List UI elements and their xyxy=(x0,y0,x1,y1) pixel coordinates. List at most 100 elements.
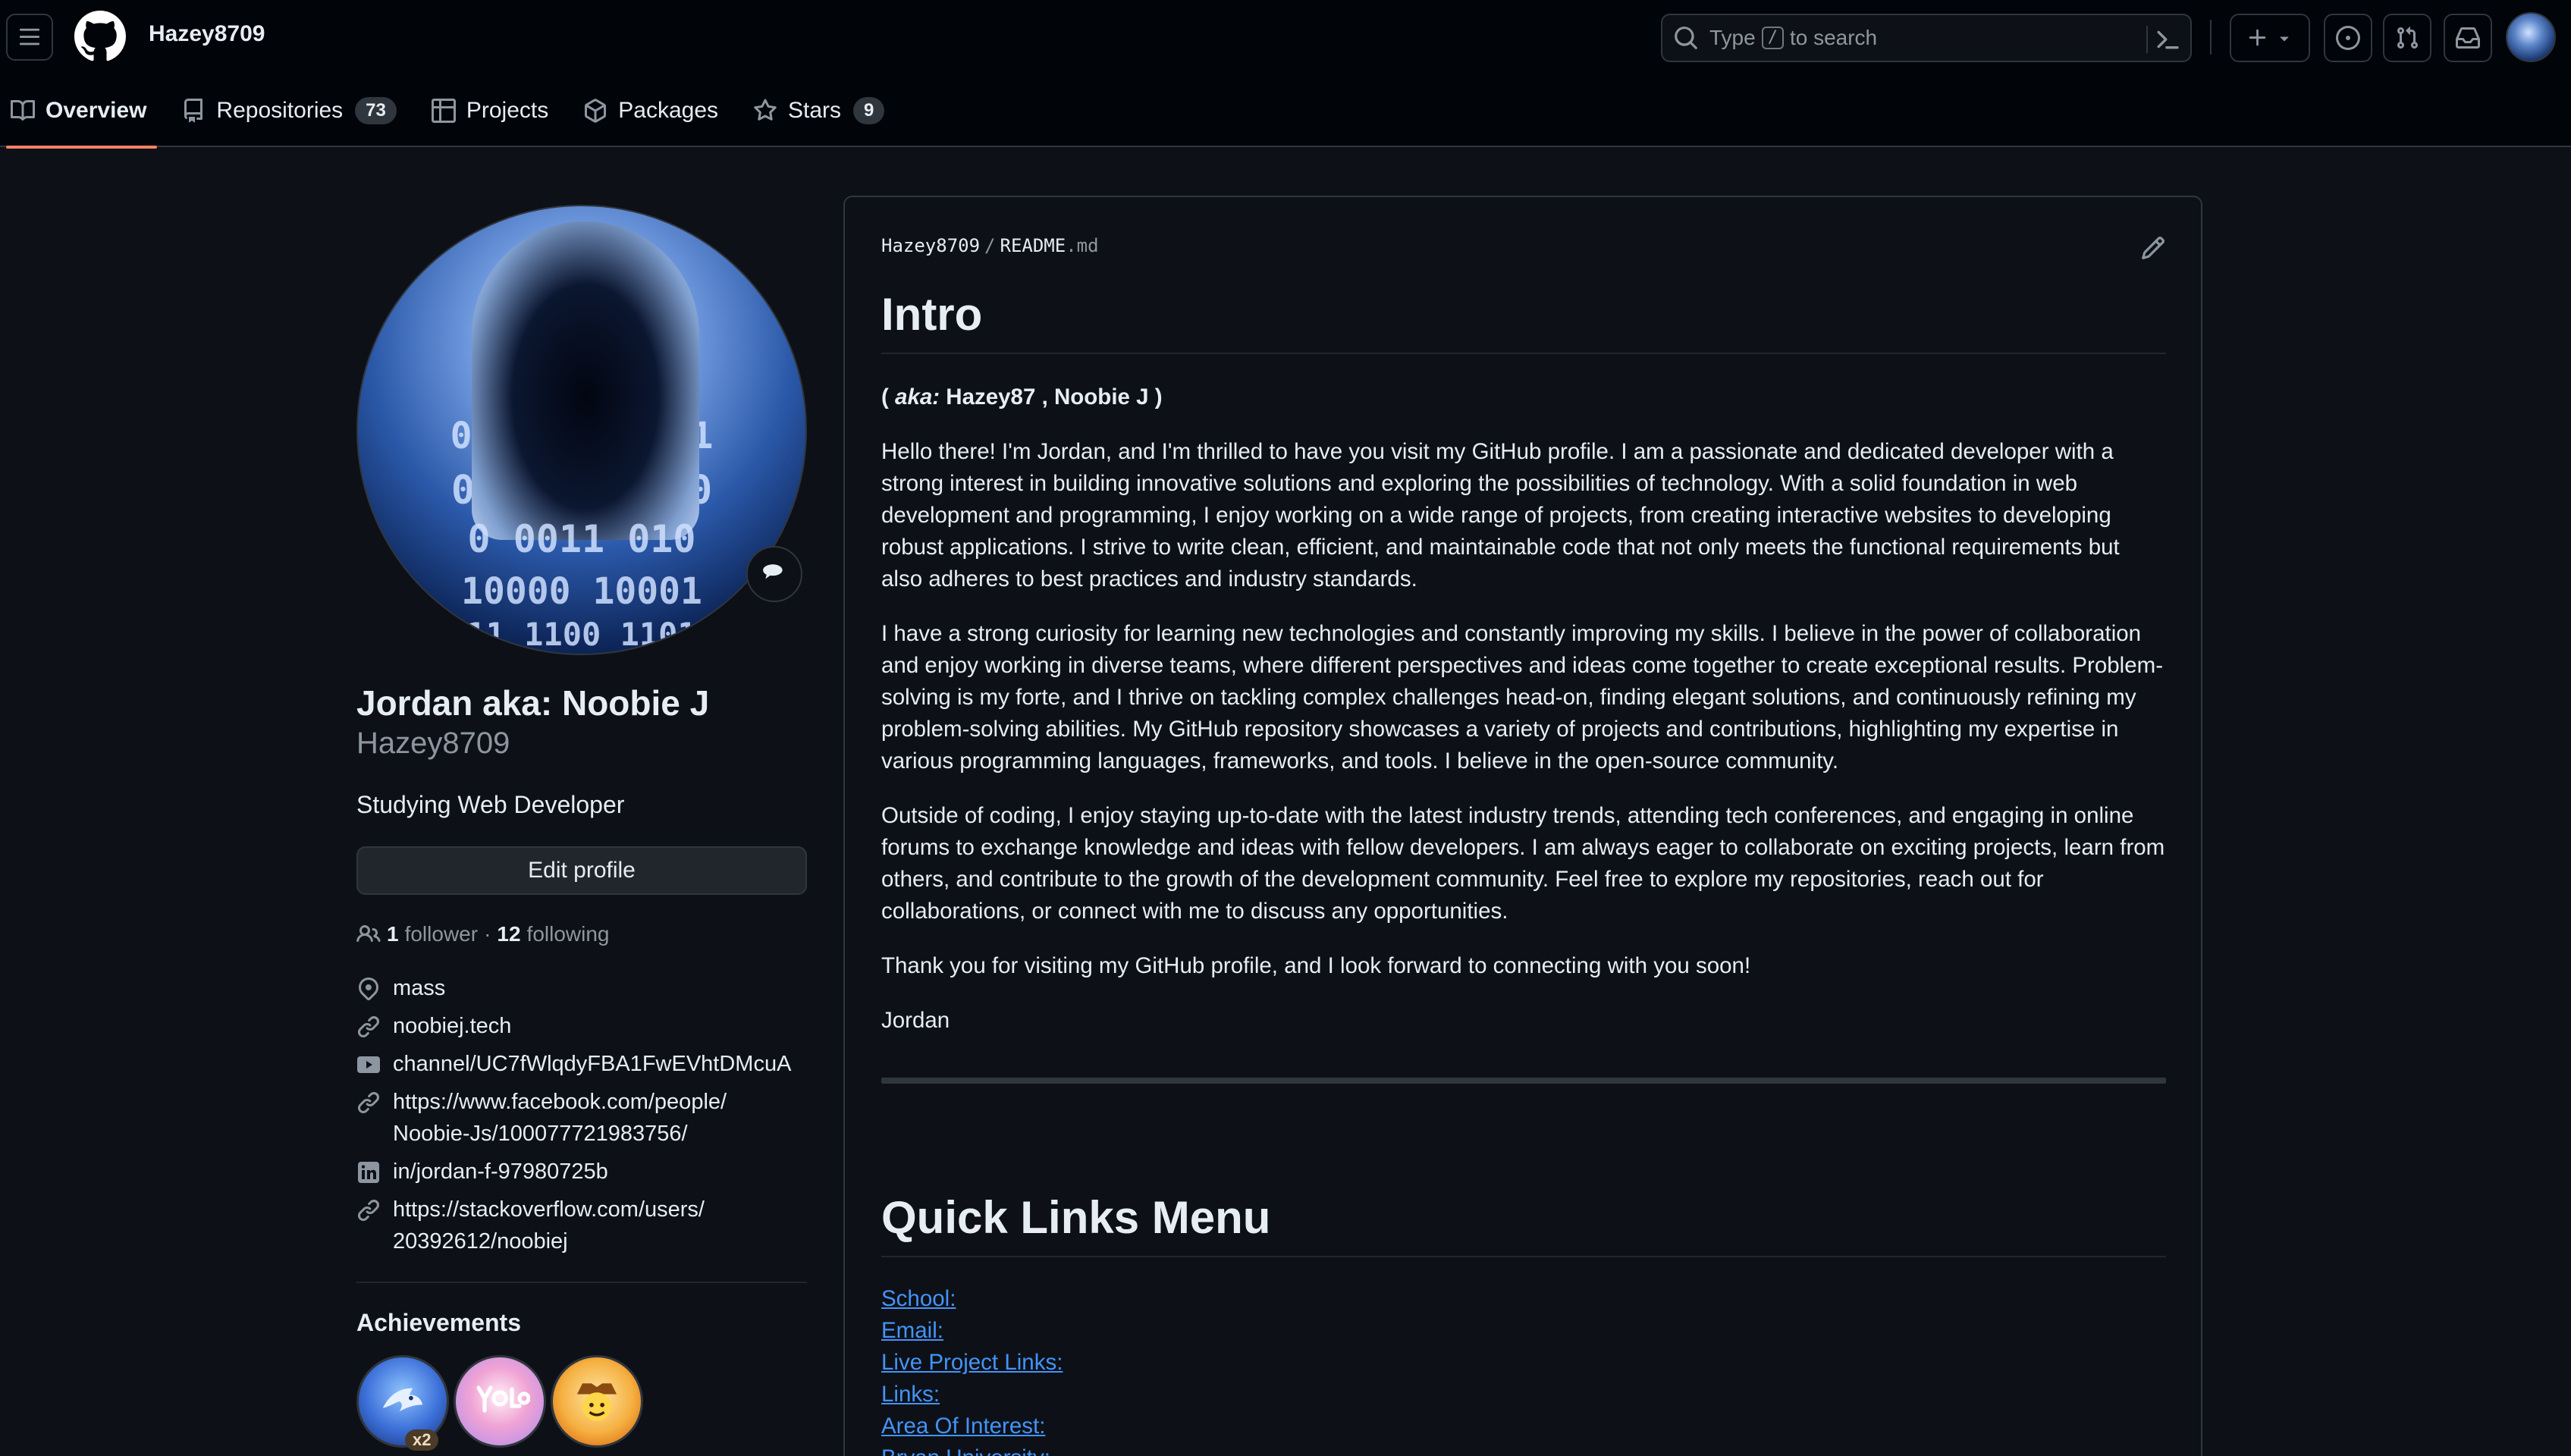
tab-overview[interactable]: Overview xyxy=(0,88,158,149)
edit-readme-pencil-icon[interactable] xyxy=(2140,235,2166,261)
pull-requests-button[interactable] xyxy=(2383,14,2431,62)
achievements-list: x2 xyxy=(356,1355,807,1454)
linkedin-icon xyxy=(358,1162,379,1183)
stackoverflow-link[interactable]: https://stackoverflow.com/users/20392612… xyxy=(393,1194,705,1257)
readme-heading-intro: Intro xyxy=(881,288,2166,354)
command-palette-icon[interactable] xyxy=(2154,26,2181,53)
avatar-binary-text: 10000 10001 xyxy=(461,570,702,613)
location-text: mass xyxy=(393,976,446,1000)
achievements-heading: Achievements xyxy=(356,1309,521,1336)
tab-overview-label: Overview xyxy=(46,98,147,123)
table-icon xyxy=(431,99,456,123)
linkedin-link[interactable]: in/jordan-f-97980725b xyxy=(393,1156,608,1188)
issues-button[interactable] xyxy=(2324,14,2372,62)
create-new-button[interactable] xyxy=(2230,14,2310,62)
avatar-hood-figure xyxy=(472,221,699,540)
readme-signature: Jordan xyxy=(881,1008,950,1033)
search-suffix: to search xyxy=(1789,26,1878,49)
quick-link-school[interactable]: School: xyxy=(881,1283,2166,1315)
profile-username: Hazey8709 xyxy=(356,726,510,760)
quick-link-links[interactable]: Links: xyxy=(881,1379,2166,1410)
star-icon xyxy=(754,99,777,121)
youtube-link[interactable]: channel/UC7fWlqdyFBA1FwEVhtDMcuA xyxy=(393,1048,791,1080)
youtube-icon xyxy=(357,1056,380,1073)
achievement-yolo[interactable] xyxy=(454,1355,546,1448)
path-separator: / xyxy=(984,235,996,256)
link-icon xyxy=(357,1015,380,1038)
profile-details: mass noobiej.tech channel/UC7fWlqdyFBA1F… xyxy=(356,972,807,1257)
tab-stars[interactable]: Stars 9 xyxy=(742,88,895,133)
link-icon xyxy=(357,1091,380,1114)
follow-separator: · xyxy=(484,922,491,946)
achievement-tier-badge: x2 xyxy=(405,1429,439,1451)
readme-heading-quick-links: Quick Links Menu xyxy=(881,1191,2166,1257)
plus-icon xyxy=(2249,29,2266,46)
readme-file-ext: .md xyxy=(1066,235,1099,256)
achievement-quickdraw[interactable] xyxy=(551,1355,643,1448)
avatar-binary-text: 11 1100 1101 xyxy=(466,616,697,653)
readme-owner-link[interactable]: Hazey8709 xyxy=(881,235,980,256)
quick-link-bryan-university[interactable]: Bryan University: xyxy=(881,1442,2166,1456)
tab-packages-label: Packages xyxy=(618,98,718,123)
tab-repositories[interactable]: Repositories 73 xyxy=(171,88,407,133)
readme-aka-line: ( aka: Hazey87 , Noobie J ) xyxy=(881,381,2166,413)
follow-stats: 1 follower · 12 following xyxy=(356,922,807,946)
github-logo-icon[interactable] xyxy=(74,11,126,62)
shark-icon xyxy=(382,1388,423,1412)
hamburger-icon xyxy=(19,28,40,46)
followers-count: 1 xyxy=(387,922,399,946)
stackoverflow-url-line2: 20392612/noobiej xyxy=(393,1229,568,1254)
profile-sidebar: 0 10001 0 1 0110 0 1 0 1011 1100 0 0011 … xyxy=(356,205,807,1454)
quick-links-list: School: Email: Live Project Links: Links… xyxy=(881,1283,2166,1456)
profile-avatar[interactable]: 0 10001 0 1 0110 0 1 0 1011 1100 0 0011 … xyxy=(356,205,807,655)
tab-stars-label: Stars xyxy=(788,98,842,123)
link-icon xyxy=(357,1199,380,1222)
menu-button[interactable] xyxy=(6,14,53,61)
followers-link[interactable]: 1 follower xyxy=(381,922,478,946)
quick-link-area-of-interest[interactable]: Area Of Interest: xyxy=(881,1410,2166,1442)
readme-breadcrumb: Hazey8709/README.md xyxy=(881,235,1099,256)
following-count: 12 xyxy=(497,922,521,946)
book-icon xyxy=(11,99,35,121)
readme-content: Intro ( aka: Hazey87 , Noobie J ) Hello … xyxy=(881,288,2166,1456)
package-icon xyxy=(585,99,607,123)
people-icon xyxy=(356,924,381,943)
aka-label: aka: xyxy=(895,384,940,410)
edit-profile-button[interactable]: Edit profile xyxy=(356,846,807,895)
inbox-icon xyxy=(2456,27,2480,49)
website-item: noobiej.tech xyxy=(356,1010,807,1042)
notifications-button[interactable] xyxy=(2444,14,2492,62)
user-avatar-menu[interactable] xyxy=(2506,12,2556,62)
yolo-icon xyxy=(476,1385,530,1413)
search-shortcut-key: / xyxy=(1761,27,1784,49)
readme-paragraph: Hello there! I'm Jordan, and I'm thrille… xyxy=(881,439,2120,592)
facebook-link[interactable]: https://www.facebook.com/people/Noobie-J… xyxy=(393,1086,727,1150)
readme-paragraph: I have a strong curiosity for learning n… xyxy=(881,621,2164,774)
global-header: Hazey8709 Type / to search Overview Repo… xyxy=(0,0,2571,149)
search-divider xyxy=(2146,26,2148,53)
readme-file-link[interactable]: README.md xyxy=(1000,235,1099,256)
tab-repositories-label: Repositories xyxy=(216,98,344,123)
tab-projects[interactable]: Projects xyxy=(421,88,559,133)
readme-paragraph: Outside of coding, I enjoy staying up-to… xyxy=(881,803,2165,924)
sidebar-divider xyxy=(356,1282,807,1283)
set-status-button[interactable] xyxy=(746,546,802,602)
readme-file-name: README xyxy=(1000,235,1066,256)
aka-close-paren: ) xyxy=(1154,384,1163,410)
quick-link-email[interactable]: Email: xyxy=(881,1315,2166,1347)
aka-names: Hazey87 , Noobie J xyxy=(946,384,1149,410)
header-divider xyxy=(2210,20,2212,55)
tab-projects-label: Projects xyxy=(466,98,549,123)
facebook-url-line1: https://www.facebook.com/people/ xyxy=(393,1090,727,1114)
header-username-link[interactable]: Hazey8709 xyxy=(149,21,265,47)
aka-open-paren: ( xyxy=(881,384,889,410)
following-link[interactable]: 12 following xyxy=(497,922,609,946)
git-pull-request-icon xyxy=(2397,27,2419,49)
facebook-url-line2: Noobie-Js/100077721983756/ xyxy=(393,1122,688,1146)
quick-link-live-projects[interactable]: Live Project Links: xyxy=(881,1347,2166,1379)
website-link[interactable]: noobiej.tech xyxy=(393,1010,511,1042)
tab-packages[interactable]: Packages xyxy=(573,88,729,133)
followers-label: follower xyxy=(404,922,479,946)
search-input[interactable]: Type / to search xyxy=(1661,14,2192,62)
profile-bio: Studying Web Developer xyxy=(356,791,625,818)
